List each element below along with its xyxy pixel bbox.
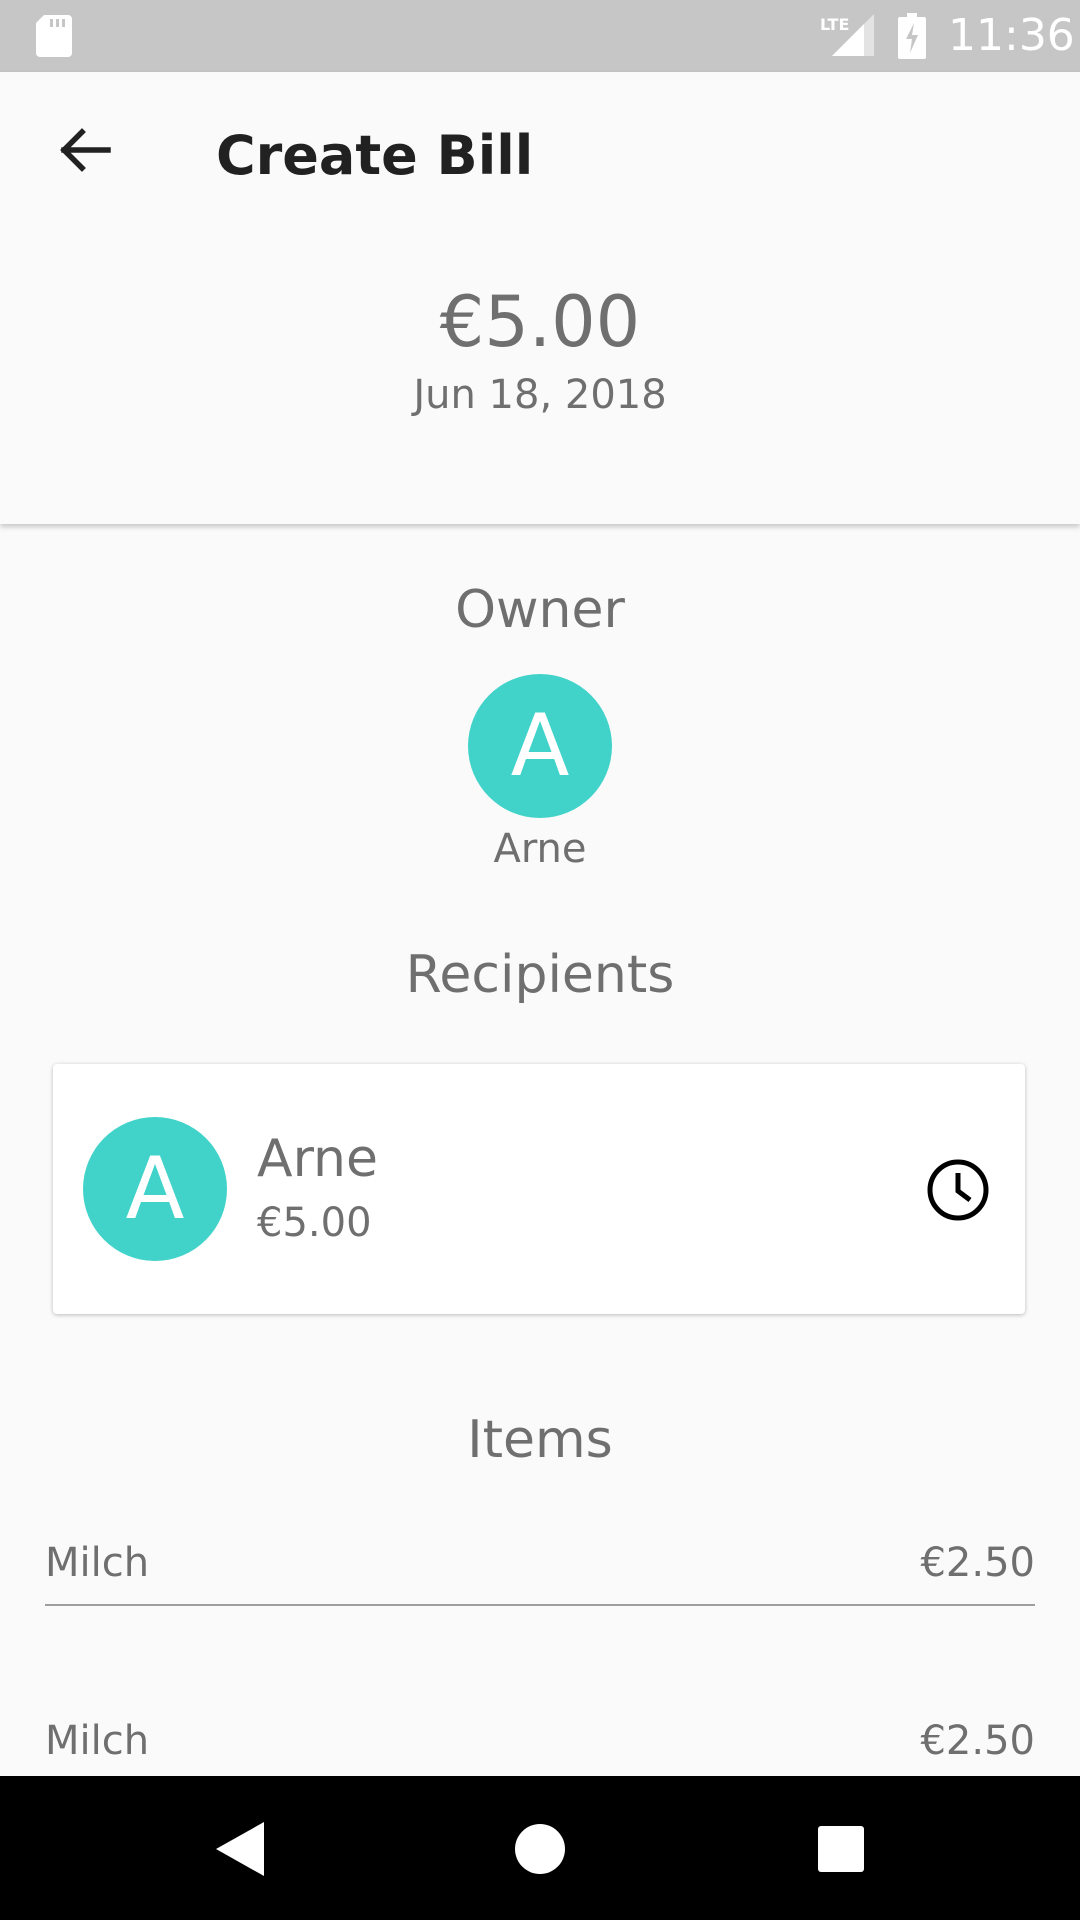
- signal-icon: LTE: [820, 14, 874, 56]
- item-name: Milch: [45, 1718, 150, 1764]
- owner-avatar[interactable]: A: [468, 674, 612, 818]
- svg-text:LTE: LTE: [820, 15, 849, 34]
- item-price: €2.50: [920, 1718, 1035, 1764]
- clock-icon[interactable]: [926, 1158, 990, 1222]
- owner-name: Arne: [493, 826, 587, 872]
- recents-square-icon[interactable]: [818, 1826, 864, 1872]
- recipients-heading: Recipients: [405, 945, 675, 1005]
- arrow-left-icon[interactable]: [56, 126, 112, 174]
- recipient-card[interactable]: A Arne €5.00: [53, 1064, 1025, 1314]
- battery-charging-icon: [898, 13, 926, 59]
- status-bar: LTE 11:36: [0, 0, 1080, 72]
- system-nav-bar: [0, 1776, 1080, 1920]
- status-time: 11:36: [948, 10, 1075, 61]
- bill-date[interactable]: Jun 18, 2018: [0, 370, 1080, 420]
- sd-card-icon: [36, 15, 72, 57]
- page-title: Create Bill: [216, 124, 534, 187]
- recipient-name: Arne: [257, 1129, 378, 1189]
- bill-header: Create Bill €5.00 Jun 18, 2018: [0, 72, 1080, 524]
- bill-total: €5.00: [439, 281, 641, 363]
- recipient-avatar: A: [83, 1117, 227, 1261]
- item-row[interactable]: Milch €2.50: [45, 1702, 1035, 1782]
- back-triangle-icon[interactable]: [216, 1822, 264, 1876]
- item-name: Milch: [45, 1540, 150, 1586]
- owner-heading: Owner: [455, 580, 625, 640]
- home-circle-icon[interactable]: [515, 1824, 565, 1874]
- item-row[interactable]: Milch €2.50: [45, 1524, 1035, 1606]
- recipient-amount: €5.00: [257, 1200, 372, 1246]
- item-price: €2.50: [920, 1540, 1035, 1586]
- items-heading: Items: [467, 1410, 613, 1470]
